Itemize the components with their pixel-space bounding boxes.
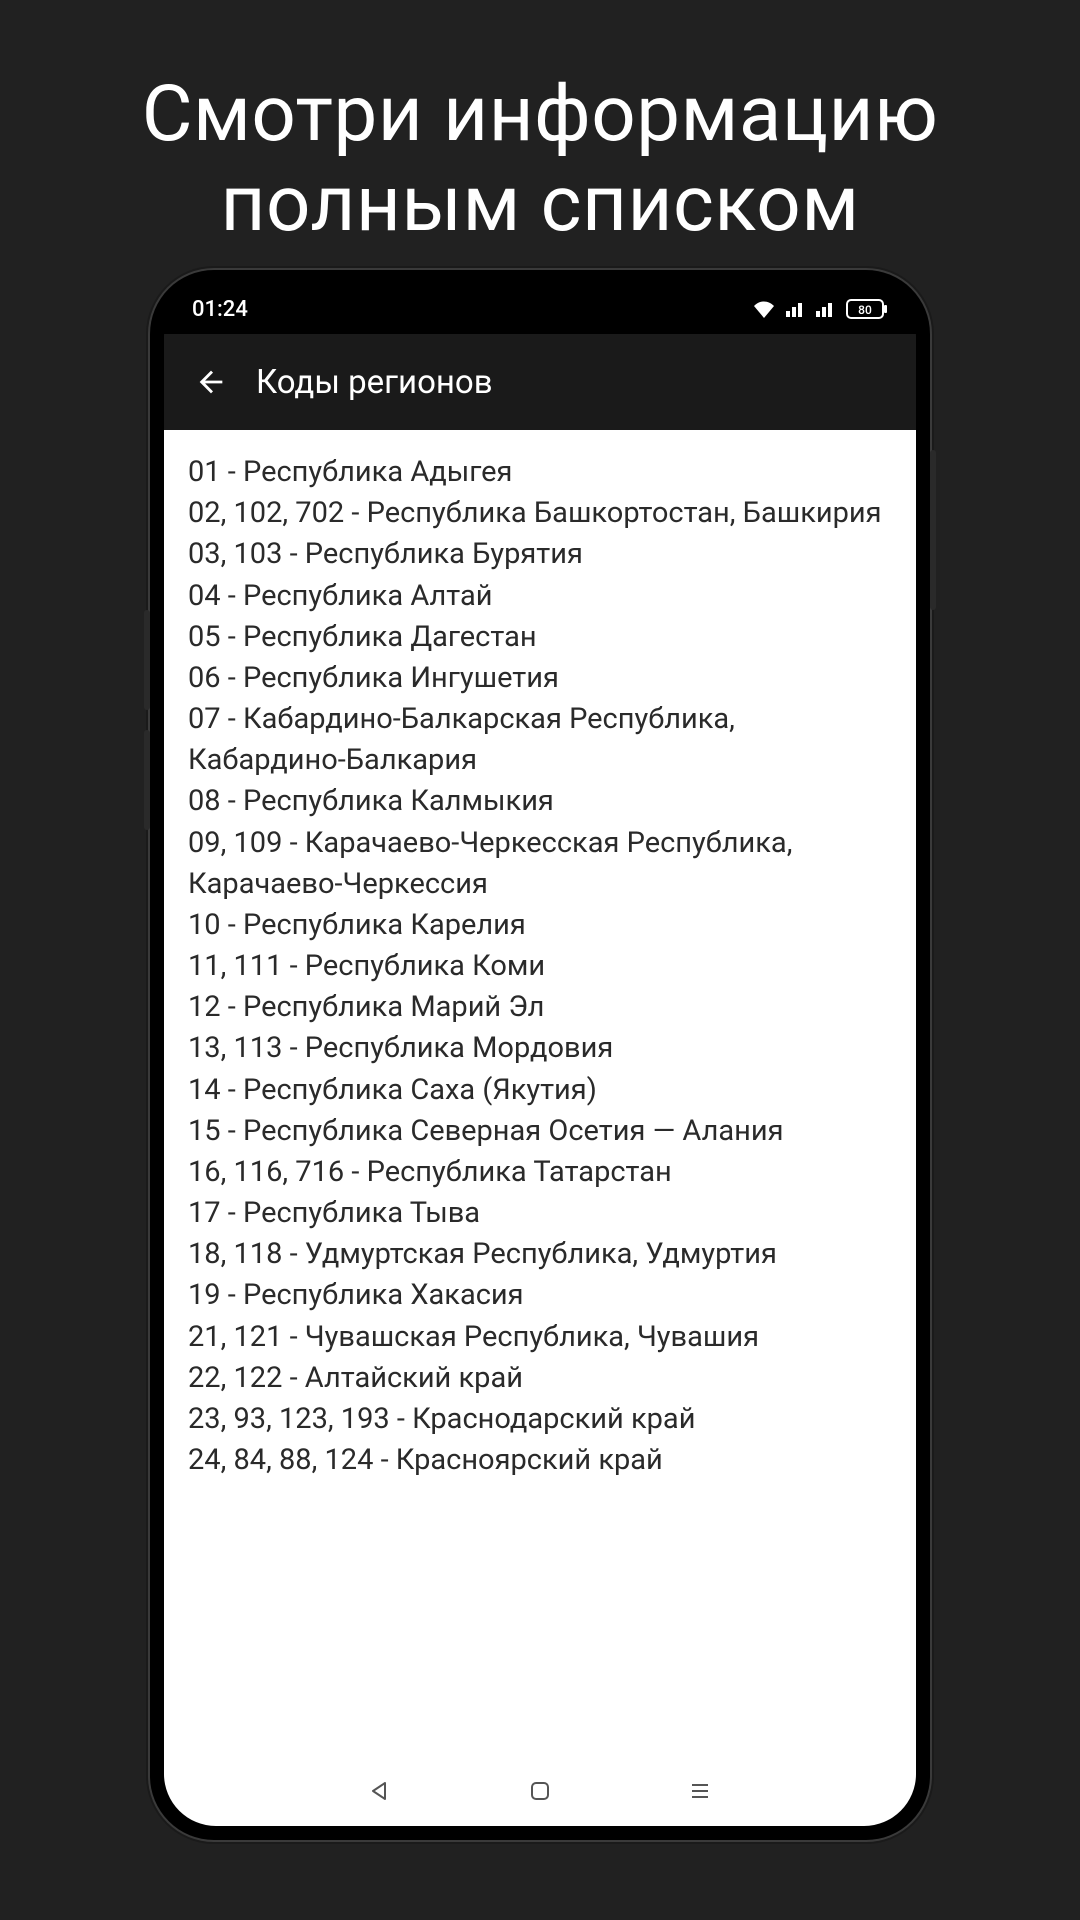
status-right: 80 bbox=[752, 299, 888, 319]
app-bar-title: Коды регионов bbox=[256, 363, 493, 402]
nav-back-button[interactable] bbox=[360, 1771, 400, 1811]
arrow-left-icon bbox=[194, 365, 228, 399]
headline-line1: Смотри информацию bbox=[142, 69, 939, 160]
status-time: 01:24 bbox=[192, 297, 248, 322]
triangle-back-icon bbox=[368, 1779, 392, 1803]
phone-mockup: 01:24 80 bbox=[150, 270, 930, 1840]
region-item: 03, 103 - Республика Бурятия bbox=[188, 534, 892, 575]
region-item: 17 - Республика Тыва bbox=[188, 1193, 892, 1234]
system-nav-bar bbox=[164, 1756, 916, 1826]
phone-power-button bbox=[930, 450, 936, 610]
menu-recent-icon bbox=[688, 1779, 712, 1803]
signal-icon-2 bbox=[816, 301, 836, 317]
region-item: 24, 84, 88, 124 - Красноярский край bbox=[188, 1440, 892, 1481]
promo-headline: Смотри информацию полным списком bbox=[0, 0, 1080, 249]
region-item: 01 - Республика Адыгея bbox=[188, 452, 892, 493]
back-button[interactable] bbox=[180, 351, 242, 413]
region-item: 22, 122 - Алтайский край bbox=[188, 1358, 892, 1399]
region-item: 08 - Республика Калмыкия bbox=[188, 781, 892, 822]
region-item: 10 - Республика Карелия bbox=[188, 905, 892, 946]
nav-home-button[interactable] bbox=[520, 1771, 560, 1811]
region-item: 04 - Республика Алтай bbox=[188, 576, 892, 617]
region-item: 13, 113 - Республика Мордовия bbox=[188, 1028, 892, 1069]
phone-screen: 01:24 80 bbox=[164, 284, 916, 1826]
svg-text:80: 80 bbox=[858, 303, 872, 317]
region-item: 19 - Республика Хакасия bbox=[188, 1275, 892, 1316]
region-item: 12 - Республика Марий Эл bbox=[188, 987, 892, 1028]
region-list[interactable]: 01 - Республика Адыгея02, 102, 702 - Рес… bbox=[164, 430, 916, 1756]
nav-recent-button[interactable] bbox=[680, 1771, 720, 1811]
signal-icon bbox=[786, 301, 806, 317]
region-item: 09, 109 - Карачаево-Черкесская Республик… bbox=[188, 823, 892, 905]
region-item: 14 - Республика Саха (Якутия) bbox=[188, 1070, 892, 1111]
status-bar: 01:24 80 bbox=[164, 284, 916, 334]
headline-line2: полным списком bbox=[220, 159, 859, 250]
region-item: 06 - Республика Ингушетия bbox=[188, 658, 892, 699]
square-home-icon bbox=[528, 1779, 552, 1803]
wifi-icon bbox=[752, 300, 776, 318]
region-item: 02, 102, 702 - Республика Башкортостан, … bbox=[188, 493, 892, 534]
region-item: 05 - Республика Дагестан bbox=[188, 617, 892, 658]
region-item: 16, 116, 716 - Республика Татарстан bbox=[188, 1152, 892, 1193]
app-bar: Коды регионов bbox=[164, 334, 916, 430]
phone-volume-up bbox=[144, 610, 150, 710]
battery-icon: 80 bbox=[846, 299, 888, 319]
region-item: 07 - Кабардино-Балкарская Республика, Ка… bbox=[188, 699, 892, 781]
region-item: 23, 93, 123, 193 - Краснодарский край bbox=[188, 1399, 892, 1440]
region-item: 21, 121 - Чувашская Республика, Чувашия bbox=[188, 1317, 892, 1358]
region-item: 18, 118 - Удмуртская Республика, Удмурти… bbox=[188, 1234, 892, 1275]
region-item: 15 - Республика Северная Осетия — Алания bbox=[188, 1111, 892, 1152]
phone-volume-down bbox=[144, 730, 150, 830]
region-item: 11, 111 - Республика Коми bbox=[188, 946, 892, 987]
